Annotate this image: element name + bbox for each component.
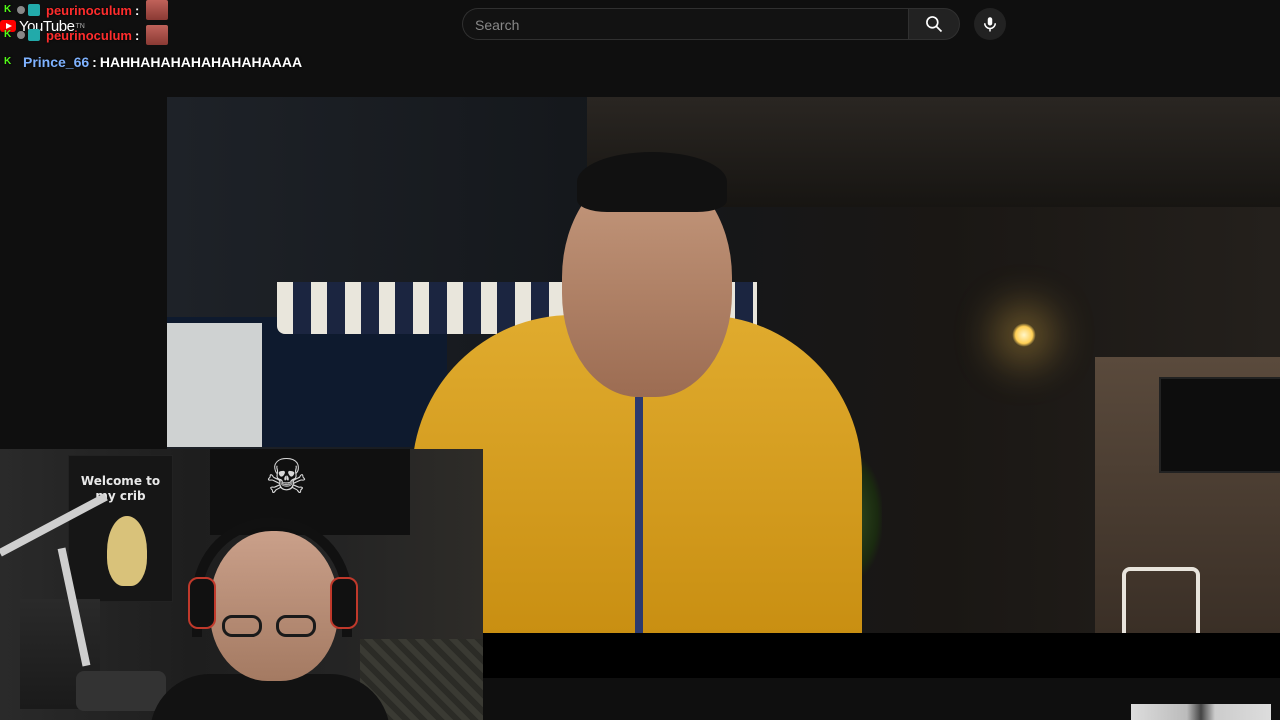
search-box[interactable] <box>462 8 908 41</box>
headset-earcup-left <box>188 577 216 629</box>
video-person-zipper <box>635 397 643 633</box>
jolly-roger-flag <box>210 449 410 535</box>
video-scene-picture-frame <box>1159 377 1280 473</box>
subscriber-badge-icon <box>28 4 40 16</box>
glasses-lens-left <box>222 615 262 637</box>
chat-message: K peurinoculum : <box>4 25 169 45</box>
streamer-webcam: Welcome to my crib ☠ <box>0 449 483 720</box>
user-badge-icon <box>17 31 25 39</box>
video-scene-lamp <box>1012 323 1036 347</box>
video-letterbox <box>483 633 1280 678</box>
chat-username: peurinoculum <box>46 2 132 18</box>
video-person-hair <box>577 152 727 212</box>
search-icon <box>926 16 943 33</box>
glasses-lens-right <box>276 615 316 637</box>
duck-image <box>107 516 147 586</box>
search-input[interactable] <box>463 9 897 41</box>
video-scene-fridge <box>167 323 262 447</box>
welcome-banner-text: Welcome to my crib <box>80 474 161 503</box>
voice-search-button[interactable] <box>974 8 1006 40</box>
chat-separator: : <box>134 2 140 18</box>
skull-icon: ☠ <box>265 451 309 504</box>
search-button[interactable] <box>908 8 960 40</box>
video-thumbnail[interactable] <box>1131 704 1271 720</box>
mic-icon <box>984 17 996 32</box>
chat-separator: : <box>92 54 97 70</box>
microphone <box>76 671 166 711</box>
welcome-banner: Welcome to my crib <box>68 455 173 602</box>
user-badge-icon <box>17 6 25 14</box>
kick-badge-icon: K <box>4 4 12 15</box>
top-bar: YouTube TN <box>0 0 1280 48</box>
video-scene-chair <box>1122 567 1200 633</box>
kick-badge-icon: K <box>4 29 12 40</box>
chat-separator: : <box>134 27 140 43</box>
subscriber-badge-icon <box>28 29 40 41</box>
emote-icon <box>146 25 169 45</box>
chat-username: peurinoculum <box>46 27 132 43</box>
kick-badge-icon: K <box>4 56 12 67</box>
chat-username: Prince_66 <box>23 54 90 70</box>
glasses <box>222 615 322 639</box>
chat-message: K peurinoculum : <box>4 0 169 20</box>
chat-message-text: HAHHAHAHAHAHAHAHAAAA <box>99 54 303 70</box>
chat-message: K Prince_66 : HAHHAHAHAHAHAHAHAAAA <box>4 54 302 70</box>
headset-earcup-right <box>330 577 358 629</box>
emote-icon <box>146 0 169 20</box>
